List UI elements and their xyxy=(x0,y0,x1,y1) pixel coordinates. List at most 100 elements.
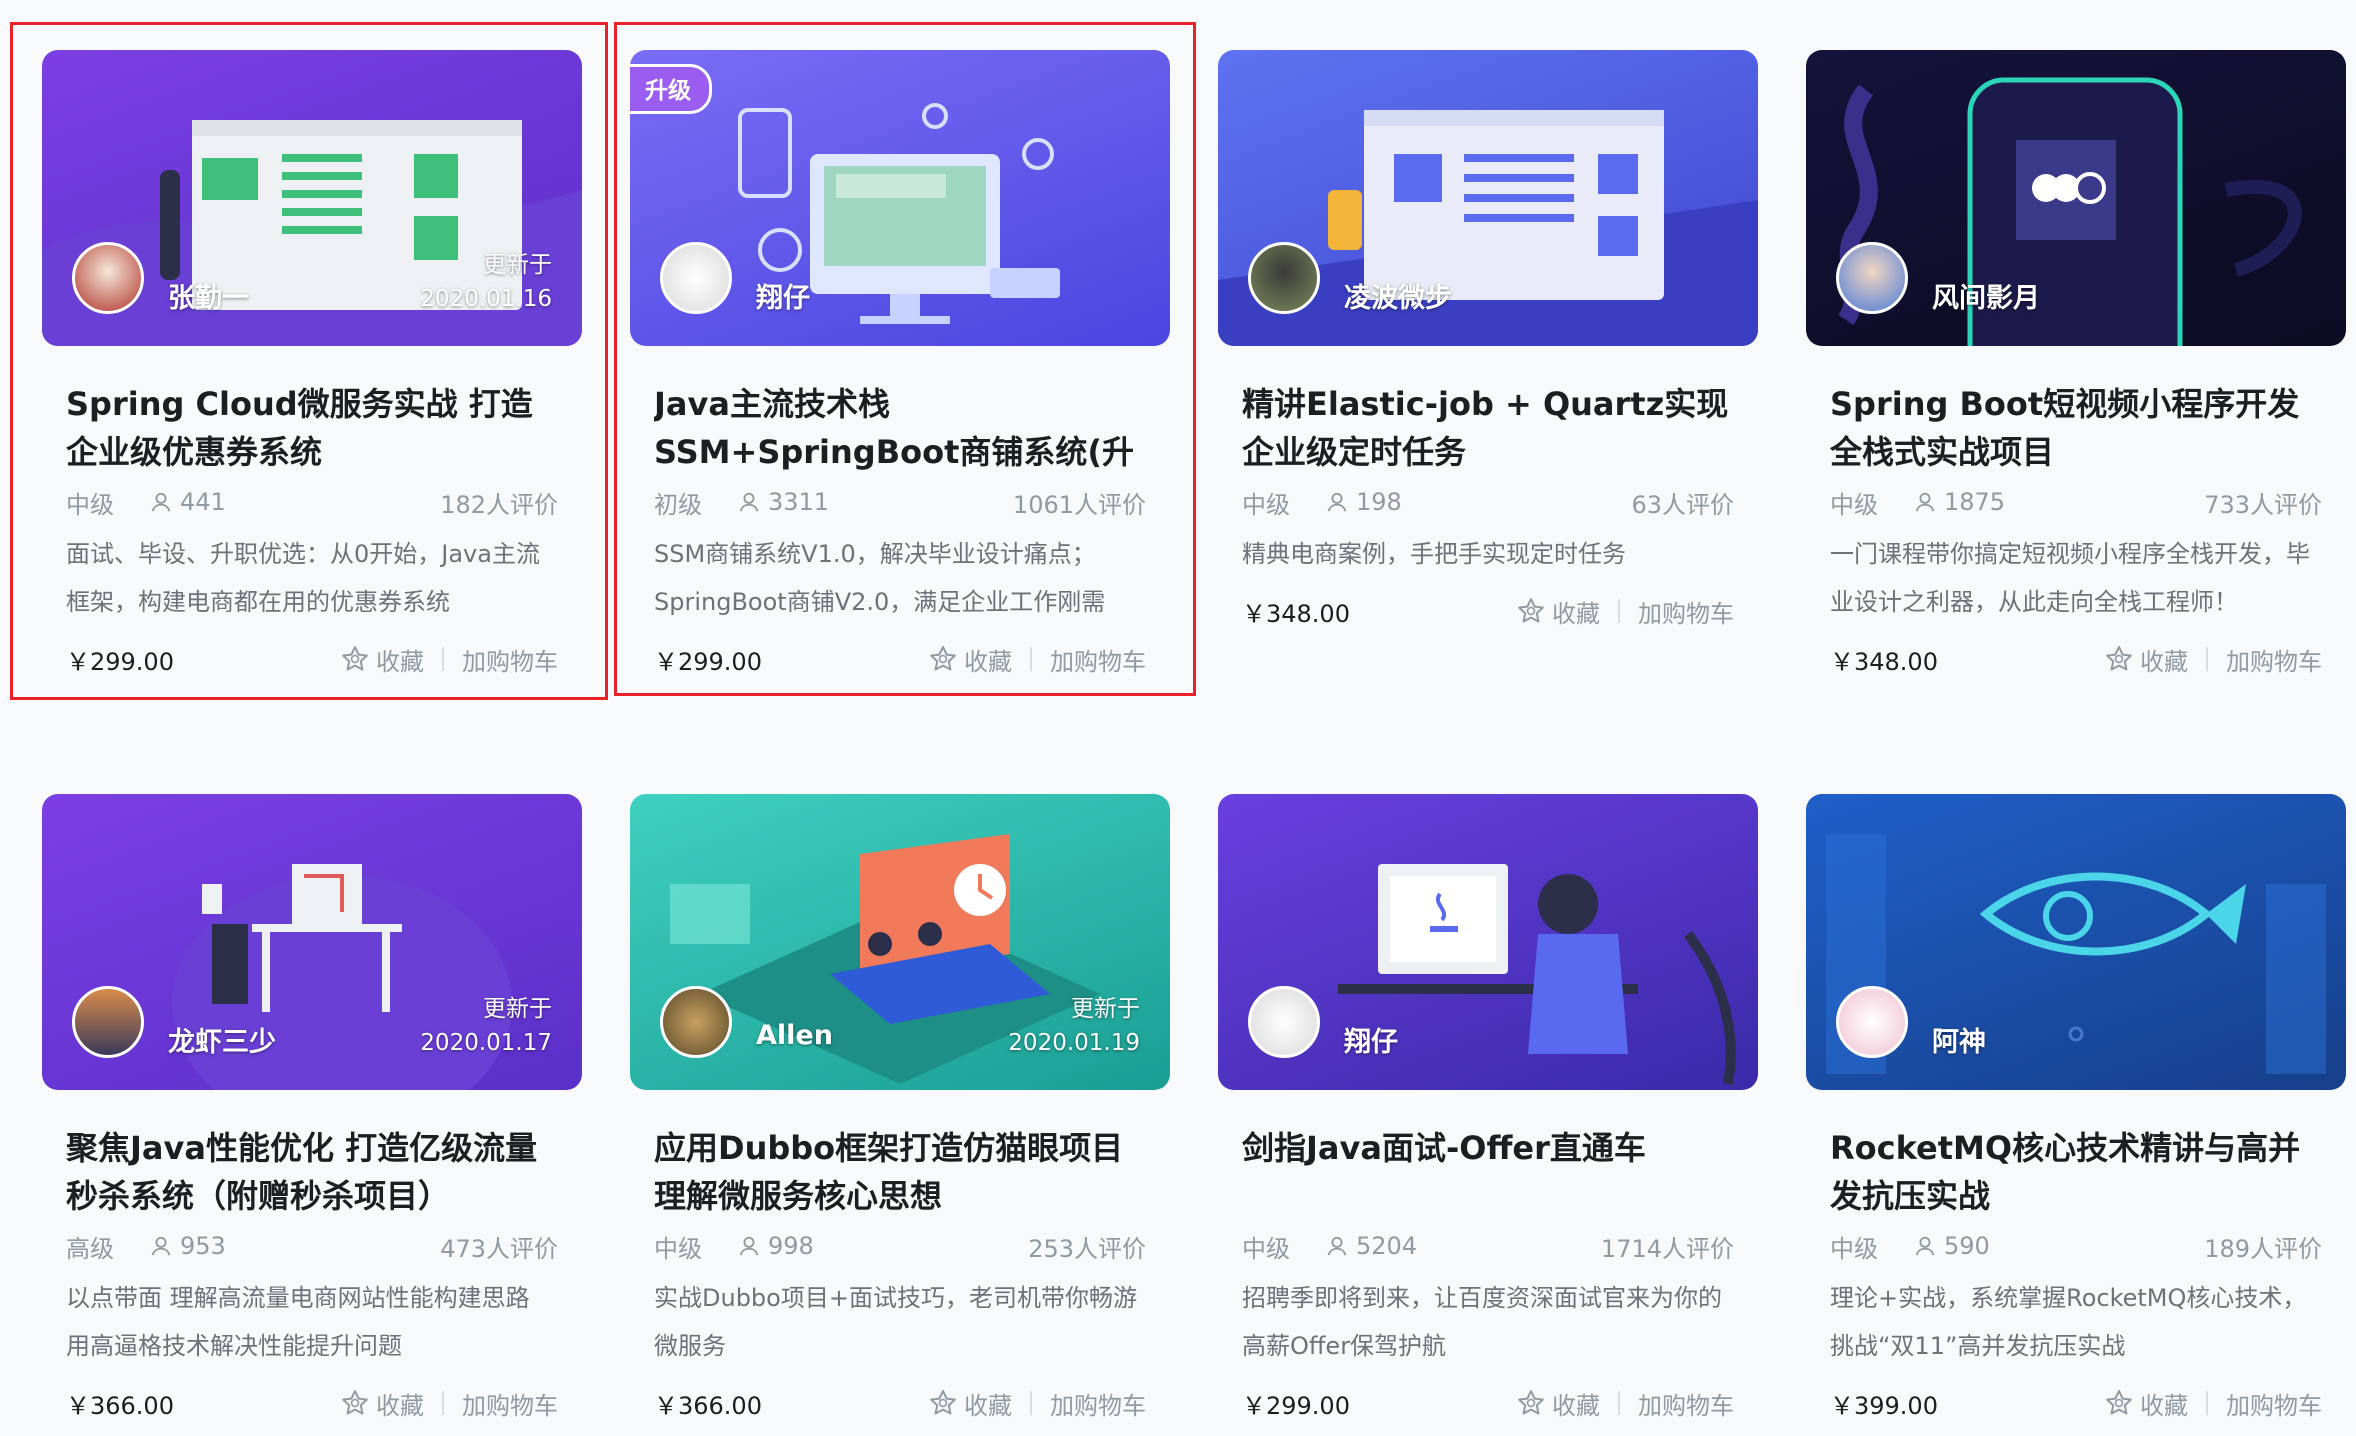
author-avatar[interactable] xyxy=(1248,986,1320,1058)
course-thumbnail[interactable]: 龙虾三少 更新于 2020.01.17 xyxy=(42,794,582,1090)
review-count: 189人评价 xyxy=(2204,1234,2322,1263)
course-meta: 中级 590 189人评价 xyxy=(1830,1226,2322,1266)
favorite-button[interactable]: 收藏 xyxy=(928,1386,1012,1421)
star-icon xyxy=(1516,596,1546,626)
course-card[interactable]: 风间影月 Spring Boot短视频小程序开发 全栈式实战项目 中级 1875… xyxy=(1806,50,2346,682)
course-title[interactable]: 聚焦Java性能优化 打造亿级流量秒杀系统（附赠秒杀项目） xyxy=(66,1124,558,1220)
card-footer: ￥366.00 收藏 加购物车 xyxy=(66,1380,558,1426)
author-avatar[interactable] xyxy=(1836,986,1908,1058)
divider xyxy=(1618,1391,1620,1415)
author-avatar[interactable] xyxy=(660,986,732,1058)
updated-label: 更新于 xyxy=(1071,996,1140,1022)
author-avatar[interactable] xyxy=(1248,242,1320,314)
star-icon xyxy=(928,1388,958,1418)
add-to-cart-button[interactable]: 加购物车 xyxy=(2226,1386,2322,1421)
updated-info: 更新于 2020.01.19 xyxy=(1008,992,1140,1060)
card-actions: 收藏 加购物车 xyxy=(1516,1386,1734,1421)
card-footer: ￥299.00 收藏 加购物车 xyxy=(1242,1380,1734,1426)
course-card[interactable]: 凌波微步 精讲Elastic-job + Quartz实现企业级定时任务 中级 … xyxy=(1218,50,1758,634)
favorite-button[interactable]: 收藏 xyxy=(2104,642,2188,677)
card-actions: 收藏 加购物车 xyxy=(2104,1386,2322,1421)
updated-date: 2020.01.17 xyxy=(420,1030,552,1056)
student-count: 198 xyxy=(1326,488,1402,516)
divider xyxy=(1618,599,1620,623)
favorite-label: 收藏 xyxy=(2140,647,2188,676)
course-level: 中级 xyxy=(1830,1234,1878,1263)
author-name[interactable]: Allen xyxy=(756,1020,833,1051)
divider xyxy=(2206,1391,2208,1415)
favorite-label: 收藏 xyxy=(1552,599,1600,628)
course-price: ￥348.00 xyxy=(1830,647,1938,676)
course-thumbnail[interactable]: 凌波微步 xyxy=(1218,50,1758,346)
favorite-button[interactable]: 收藏 xyxy=(2104,1386,2188,1421)
add-to-cart-button[interactable]: 加购物车 xyxy=(462,1386,558,1421)
review-count: 1714人评价 xyxy=(1600,1234,1734,1263)
review-count: 63人评价 xyxy=(1631,490,1734,519)
add-to-cart-button[interactable]: 加购物车 xyxy=(2226,642,2322,677)
author-avatar[interactable] xyxy=(1836,242,1908,314)
updated-date: 2020.01.19 xyxy=(1008,1030,1140,1056)
course-thumbnail[interactable]: 风间影月 xyxy=(1806,50,2346,346)
course-meta: 中级 198 63人评价 xyxy=(1242,482,1734,522)
star-icon xyxy=(2104,644,2134,674)
card-footer: ￥366.00 收藏 加购物车 xyxy=(654,1380,1146,1426)
course-meta: 高级 953 473人评价 xyxy=(66,1226,558,1266)
course-title[interactable]: Spring Boot短视频小程序开发 全栈式实战项目 xyxy=(1830,380,2322,476)
highlight-box xyxy=(614,22,1196,696)
author-name[interactable]: 龙虾三少 xyxy=(168,1020,276,1059)
user-icon xyxy=(1326,491,1348,513)
author-avatar[interactable] xyxy=(72,986,144,1058)
course-description: 理论+实战，系统掌握RocketMQ核心技术，挑战“双11”高并发抗压实战 xyxy=(1830,1284,2307,1360)
course-description: 一门课程带你搞定短视频小程序全栈开发，毕业设计之利器，从此走向全栈工程师！ xyxy=(1830,540,2310,616)
course-meta: 中级 5204 1714人评价 xyxy=(1242,1226,1734,1266)
course-thumbnail[interactable]: 翔仔 xyxy=(1218,794,1758,1090)
review-count: 473人评价 xyxy=(440,1234,558,1263)
card-actions: 收藏 加购物车 xyxy=(340,1386,558,1421)
user-icon xyxy=(1914,1235,1936,1257)
course-card[interactable]: 阿神 RocketMQ核心技术精讲与高并发抗压实战 中级 590 189人评价 … xyxy=(1806,794,2346,1426)
favorite-button[interactable]: 收藏 xyxy=(340,1386,424,1421)
course-meta: 中级 998 253人评价 xyxy=(654,1226,1146,1266)
course-title[interactable]: 剑指Java面试-Offer直通车 xyxy=(1242,1124,1734,1220)
card-footer: ￥348.00 收藏 加购物车 xyxy=(1242,588,1734,634)
author-name[interactable]: 翔仔 xyxy=(1344,1020,1398,1059)
course-title[interactable]: 精讲Elastic-job + Quartz实现企业级定时任务 xyxy=(1242,380,1734,476)
star-icon xyxy=(1516,1388,1546,1418)
favorite-button[interactable]: 收藏 xyxy=(1516,594,1600,629)
favorite-label: 收藏 xyxy=(2140,1391,2188,1420)
author-name[interactable]: 凌波微步 xyxy=(1344,276,1452,315)
user-icon xyxy=(1326,1235,1348,1257)
author-name[interactable]: 阿神 xyxy=(1932,1020,1986,1059)
course-meta: 中级 1875 733人评价 xyxy=(1830,482,2322,522)
author-name[interactable]: 风间影月 xyxy=(1932,276,2040,315)
course-price: ￥366.00 xyxy=(66,1391,174,1420)
updated-info: 更新于 2020.01.17 xyxy=(420,992,552,1060)
add-to-cart-button[interactable]: 加购物车 xyxy=(1638,594,1734,629)
course-card[interactable]: 翔仔 剑指Java面试-Offer直通车 中级 5204 1714人评价 招聘季… xyxy=(1218,794,1758,1426)
card-footer: ￥399.00 收藏 加购物车 xyxy=(1830,1380,2322,1426)
course-title[interactable]: RocketMQ核心技术精讲与高并发抗压实战 xyxy=(1830,1124,2322,1220)
course-title[interactable]: 应用Dubbo框架打造仿猫眼项目 理解微服务核心思想 xyxy=(654,1124,1146,1220)
course-thumbnail[interactable]: Allen 更新于 2020.01.19 xyxy=(630,794,1170,1090)
favorite-label: 收藏 xyxy=(964,1391,1012,1420)
updated-label: 更新于 xyxy=(483,996,552,1022)
course-thumbnail[interactable]: 阿神 xyxy=(1806,794,2346,1090)
course-price: ￥399.00 xyxy=(1830,1391,1938,1420)
course-grid: 张勤一 更新于 2020.01.16 Spring Cloud微服务实战 打造企… xyxy=(0,0,2356,1436)
divider xyxy=(2206,647,2208,671)
student-count-value: 953 xyxy=(180,1232,226,1260)
student-count-value: 590 xyxy=(1944,1232,1990,1260)
course-card[interactable]: 龙虾三少 更新于 2020.01.17 聚焦Java性能优化 打造亿级流量秒杀系… xyxy=(42,794,582,1426)
course-price: ￥348.00 xyxy=(1242,599,1350,628)
favorite-button[interactable]: 收藏 xyxy=(1516,1386,1600,1421)
add-to-cart-button[interactable]: 加购物车 xyxy=(1638,1386,1734,1421)
course-price: ￥299.00 xyxy=(1242,1391,1350,1420)
course-level: 高级 xyxy=(66,1234,114,1263)
course-description: 精典电商案例，手把手实现定时任务 xyxy=(1242,540,1626,568)
card-actions: 收藏 加购物车 xyxy=(1516,594,1734,629)
review-count: 253人评价 xyxy=(1028,1234,1146,1263)
student-count: 5204 xyxy=(1326,1232,1417,1260)
star-icon xyxy=(2104,1388,2134,1418)
add-to-cart-button[interactable]: 加购物车 xyxy=(1050,1386,1146,1421)
course-card[interactable]: Allen 更新于 2020.01.19 应用Dubbo框架打造仿猫眼项目 理解… xyxy=(630,794,1170,1426)
